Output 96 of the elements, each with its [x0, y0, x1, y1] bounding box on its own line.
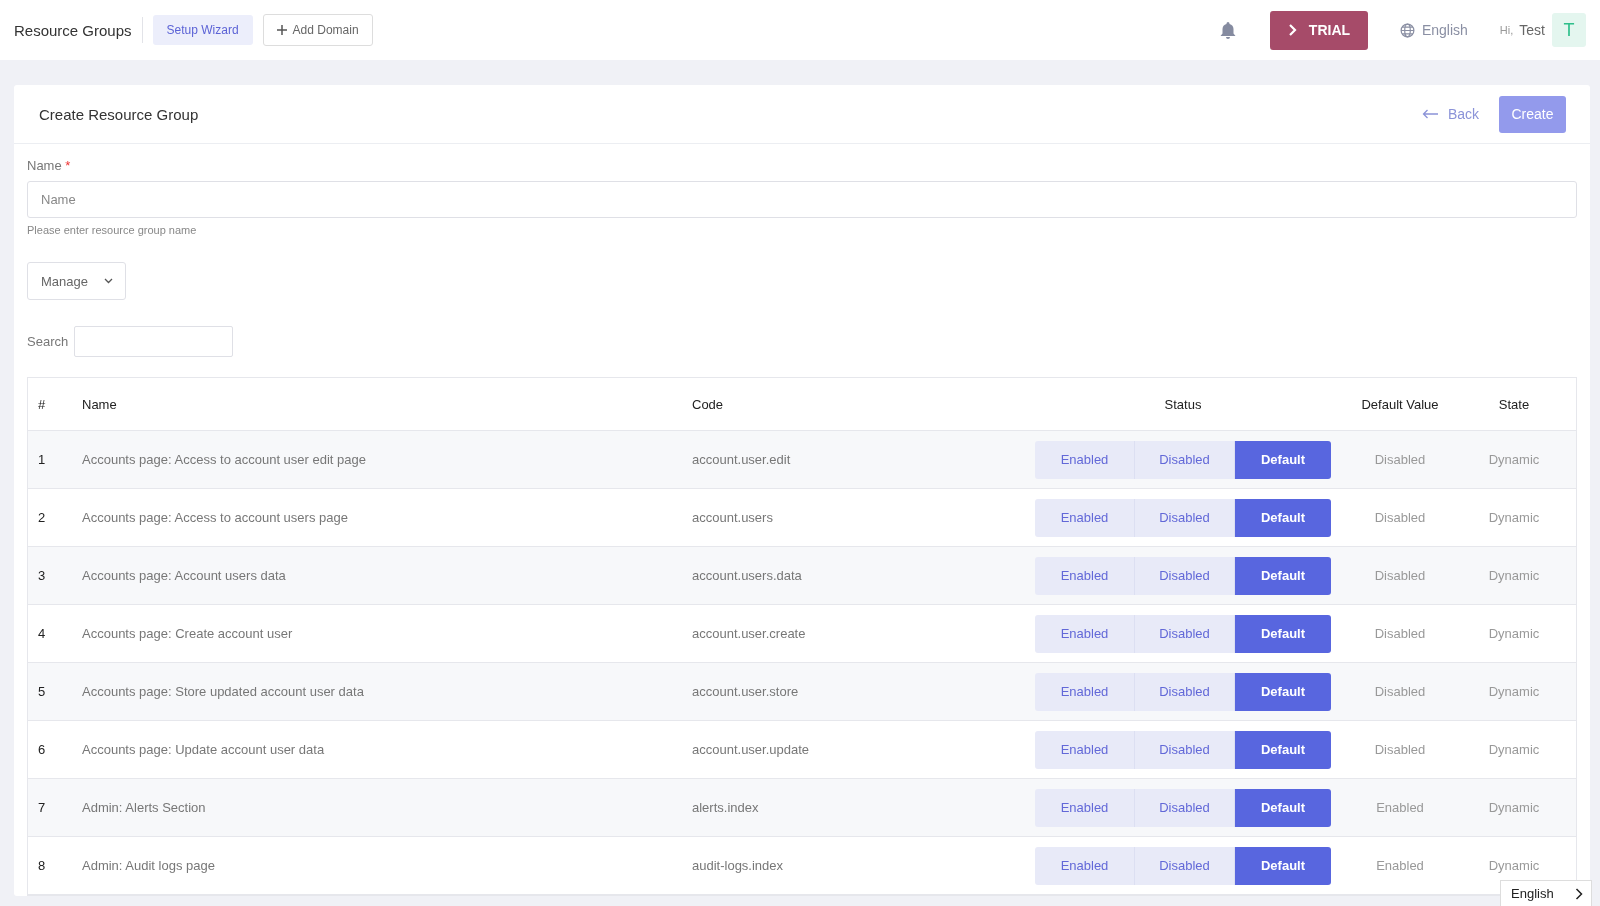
table-cell-text: account.user.edit [692, 452, 792, 467]
table-cell-text: Dynamic [1487, 742, 1541, 757]
table-cell-text: Accounts page: Account users data [82, 568, 287, 583]
column-header: Name [82, 396, 118, 412]
table-cell-text: 1 [37, 452, 47, 467]
table-cell-text: audit-logs.index [692, 858, 785, 873]
search-label: Search [27, 334, 69, 349]
table-cell-text: Disabled [1373, 452, 1427, 467]
status-option[interactable]: Enabled [1035, 556, 1135, 595]
name-input[interactable]: Name [27, 181, 1577, 218]
chevron-right-icon [1575, 887, 1583, 900]
table-cell-text: Disabled [1373, 510, 1427, 525]
status-option[interactable]: Disabled [1135, 788, 1235, 827]
column-header: Default Value [1360, 396, 1440, 412]
search-field[interactable] [74, 326, 234, 357]
arrow-left-icon [1421, 109, 1439, 119]
chevron-down-icon [104, 278, 113, 284]
status-option[interactable]: Default [1235, 672, 1331, 711]
table-cell-text: Dynamic [1487, 510, 1541, 525]
status-option[interactable]: Disabled [1135, 846, 1235, 885]
table-cell-text: account.users.data [692, 568, 803, 583]
status-option[interactable]: Default [1235, 614, 1331, 653]
manage-dropdown[interactable]: Manage [27, 262, 126, 300]
field-label: Name [27, 158, 62, 173]
status-option[interactable]: Default [1235, 440, 1331, 479]
table-cell-text: Disabled [1373, 742, 1427, 757]
table-cell-text: Dynamic [1487, 568, 1541, 583]
table-cell-text: alerts.index [692, 800, 760, 815]
create-button[interactable]: Create [1499, 95, 1566, 133]
table-cell-text: Enabled [1375, 800, 1425, 815]
table-cell-text: Dynamic [1487, 452, 1541, 467]
greeting: Hi, [1499, 24, 1514, 36]
table-cell-text: 3 [37, 568, 47, 583]
status-option[interactable]: Enabled [1035, 788, 1135, 827]
status-option[interactable]: Default [1235, 846, 1331, 885]
status-option[interactable]: Disabled [1135, 440, 1235, 479]
table-cell-text: Dynamic [1487, 800, 1541, 815]
language-popup[interactable]: English [1500, 880, 1592, 906]
table-cell-text: Accounts page: Update account user data [82, 742, 326, 757]
table-cell-text: account.user.store [692, 684, 800, 699]
table-cell-text: Dynamic [1487, 684, 1541, 699]
table-cell-text: Disabled [1373, 626, 1427, 641]
table-cell-text: Enabled [1375, 858, 1425, 873]
status-option[interactable]: Disabled [1135, 498, 1235, 537]
status-option[interactable]: Disabled [1135, 672, 1235, 711]
table-cell-text: Accounts page: Create account user [82, 626, 294, 641]
back-link[interactable]: Back [1421, 106, 1479, 122]
status-option[interactable]: Default [1235, 788, 1331, 827]
page-title: Resource Groups [14, 21, 132, 39]
table-cell-text: account.user.create [692, 626, 807, 641]
status-option[interactable]: Default [1235, 498, 1331, 537]
status-option[interactable]: Enabled [1035, 440, 1135, 479]
bell-icon[interactable] [1218, 20, 1237, 40]
trial-button[interactable]: TRIAL [1269, 10, 1368, 50]
table-cell-text: 7 [37, 800, 47, 815]
column-header: # [37, 396, 47, 412]
table-cell-text: Accounts page: Access to account users page [82, 510, 349, 525]
field-hint: Please enter resource group name [27, 224, 198, 236]
language-selector[interactable]: English [1399, 22, 1468, 38]
add-domain-button[interactable]: Add Domain [262, 14, 373, 46]
globe-icon [1399, 22, 1415, 38]
status-option[interactable]: Enabled [1035, 614, 1135, 653]
table-cell-text: Admin: Alerts Section [82, 800, 207, 815]
status-option[interactable]: Enabled [1035, 846, 1135, 885]
status-option[interactable]: Default [1235, 556, 1331, 595]
table-cell-text: 8 [37, 858, 47, 873]
table-cell-text: Admin: Audit logs page [82, 858, 216, 873]
user-avatar[interactable]: T [1552, 13, 1586, 47]
required-mark: * [65, 158, 71, 173]
table-cell-text: Disabled [1373, 684, 1427, 699]
table-cell-text: Accounts page: Store updated account user data [82, 684, 365, 699]
table-cell-text: Disabled [1373, 568, 1427, 583]
card-title: Create Resource Group [39, 105, 199, 123]
table-cell-text: 6 [37, 742, 47, 757]
table-cell-text: 4 [37, 626, 47, 641]
table-cell-text: account.user.update [692, 742, 811, 757]
chevron-right-icon [1287, 24, 1297, 36]
setup-wizard-button[interactable]: Setup Wizard [152, 15, 253, 45]
table-cell-text: Dynamic [1487, 626, 1541, 641]
status-option[interactable]: Disabled [1135, 614, 1235, 653]
status-option[interactable]: Enabled [1035, 672, 1135, 711]
status-option[interactable]: Enabled [1035, 730, 1135, 769]
table-cell-text: Accounts page: Access to account user edit page [82, 452, 367, 467]
table-cell-text: 5 [37, 684, 47, 699]
status-option[interactable]: Disabled [1135, 730, 1235, 769]
column-header: Status [1163, 396, 1203, 412]
plus-icon [276, 25, 287, 35]
column-header: State [1497, 396, 1531, 412]
column-header: Code [692, 396, 725, 412]
status-option[interactable]: Disabled [1135, 556, 1235, 595]
table-cell-text: 2 [37, 510, 47, 525]
status-option[interactable]: Enabled [1035, 498, 1135, 537]
table-cell-text: account.users [692, 510, 774, 525]
table-cell-text: Dynamic [1487, 858, 1541, 873]
user-name: Test [1519, 22, 1545, 38]
status-option[interactable]: Default [1235, 730, 1331, 769]
